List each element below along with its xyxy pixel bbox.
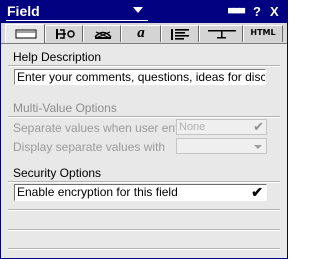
separate-values-enter-select[interactable]: None ✔	[176, 119, 267, 135]
checkmark-icon: ✔	[251, 184, 263, 200]
hat-icon	[94, 31, 112, 39]
title-underline	[6, 20, 148, 21]
enable-encryption-label: Enable encryption for this field	[17, 185, 178, 199]
help-icon[interactable]: ?	[253, 4, 261, 20]
separate-values-display-label: Display separate values with	[13, 140, 166, 154]
chevron-down-icon[interactable]	[133, 7, 143, 13]
divider	[8, 230, 280, 231]
tab-hide-when[interactable]	[199, 25, 243, 42]
separate-values-display-select[interactable]	[176, 138, 267, 154]
separate-values-enter-value: None	[179, 121, 206, 133]
help-description-heading: Help Description	[13, 50, 102, 64]
key-icon	[56, 29, 75, 39]
window-title: Field	[7, 3, 40, 19]
italic-a-icon: a	[137, 25, 145, 41]
tab-basics[interactable]	[5, 24, 45, 43]
hide-when-icon	[208, 30, 236, 39]
title-bar[interactable]: Field ▀▀▀ ? X	[1, 1, 287, 23]
close-icon[interactable]: X	[270, 4, 279, 20]
tab-bar: a HTML	[1, 23, 287, 44]
chevron-down-icon	[254, 145, 262, 149]
multi-value-heading: Multi-Value Options	[13, 101, 117, 115]
help-description-input[interactable]: Enter your comments, questions, ideas fo…	[14, 69, 266, 85]
tab-font[interactable]: a	[121, 25, 161, 42]
tab-paragraph[interactable]	[161, 25, 199, 42]
tab-control[interactable]	[45, 25, 83, 42]
divider	[8, 210, 280, 211]
divider	[8, 117, 280, 118]
checkmark-icon: ✔	[253, 119, 264, 134]
divider	[8, 66, 280, 67]
html-icon: HTML	[250, 28, 276, 37]
divider	[8, 182, 280, 183]
collapse-icon[interactable]: ▀▀▀	[228, 5, 245, 21]
separate-values-enter-label: Separate values when user enters	[13, 121, 196, 135]
divider	[8, 249, 280, 250]
field-box-icon	[15, 29, 37, 39]
security-options-heading: Security Options	[13, 166, 102, 180]
tab-advanced[interactable]	[83, 25, 121, 42]
paragraph-align-icon	[171, 29, 189, 40]
tab-html[interactable]: HTML	[243, 25, 283, 42]
enable-encryption-checkbox[interactable]: Enable encryption for this field ✔	[14, 184, 267, 201]
field-properties-window: Field ▀▀▀ ? X a HTML Help Description En…	[0, 0, 288, 259]
